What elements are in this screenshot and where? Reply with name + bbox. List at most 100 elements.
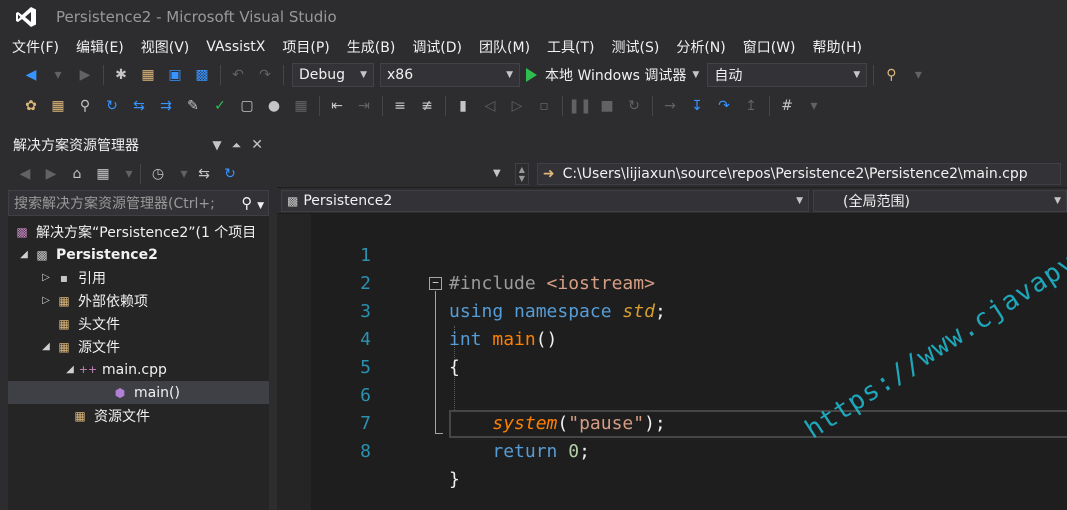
tree-item-external-deps[interactable]: ▷ ▦ 外部依赖项 [8,289,269,312]
navigate-back-icon[interactable]: ◀ [22,66,40,84]
open-file-icon[interactable]: ▦ [139,66,157,84]
menu-analyze[interactable]: 分析(N) [670,37,731,57]
menu-debug[interactable]: 调试(D) [406,37,468,57]
arrow-right-icon: ➜ [542,165,555,182]
new-project-icon[interactable]: ✱ [112,66,130,84]
back-icon[interactable]: ◀ [16,165,34,183]
keyword: return [492,441,558,462]
expanded-arrow-icon[interactable]: ◢ [18,249,30,260]
menu-project[interactable]: 项目(P) [276,37,335,57]
file-path-bar[interactable]: ➜ C:\Users\lijiaxun\source\repos\Persist… [536,162,1061,185]
step-out-icon[interactable]: ↥ [742,97,760,115]
show-next-statement-icon[interactable]: → [661,97,679,115]
dropdown-arrow-icon[interactable]: ▾ [175,165,193,183]
clear-bookmarks-icon[interactable]: ▫ [535,97,553,115]
solution-config-value: Debug [299,67,346,83]
editor-navigation-bar: ▼ ▲ ▼ ➜ C:\Users\lijiaxun\source\repos\Pe… [277,160,1067,187]
punctuation: ; [579,441,590,462]
menu-build[interactable]: 生成(B) [341,37,402,57]
redo-icon[interactable]: ↷ [256,66,274,84]
refactor-icon[interactable]: ▢ [238,97,256,115]
home-icon[interactable]: ⌂ [68,165,86,183]
pending-changes-icon[interactable]: ◷ [149,165,167,183]
go-to-icon[interactable]: ↻ [103,97,121,115]
forward-icon[interactable]: ▶ [42,165,60,183]
tree-item-resource-files[interactable]: ▦ 资源文件 [8,404,269,427]
code-area[interactable]: − 1 #include <iostream> 2 using namespac… [277,214,1067,510]
menu-test[interactable]: 测试(S) [606,37,666,57]
indent-right-icon[interactable]: ⇥ [355,97,373,115]
tree-item-source-files[interactable]: ◢ ▦ 源文件 [8,335,269,358]
comment-icon[interactable]: ≡ [391,97,409,115]
folder-icon[interactable]: ▦ [49,97,67,115]
platform-select[interactable]: x86 ▼ [380,63,520,87]
toolbar-overflow-icon[interactable]: ▾ [805,97,823,115]
start-debugging-button[interactable]: 本地 Windows 调试器 ▼ [526,65,699,85]
menu-team[interactable]: 团队(M) [473,37,536,57]
refresh-icon[interactable]: ↻ [221,165,239,183]
hex-display-icon[interactable]: # [778,97,796,115]
close-icon[interactable]: ✕ [251,137,263,153]
tree-item-solution[interactable]: ▩ 解决方案“Persistence2”(1 个项目 [8,220,269,243]
spinner-icon[interactable]: ▲ ▼ [514,162,529,185]
solution-search-field[interactable]: 搜索解决方案资源管理器(Ctrl+; ⚲ ▼ [8,190,269,216]
shapes-icon[interactable]: ● [265,97,283,115]
step-over-icon[interactable]: ↷ [715,97,733,115]
project-scope-select[interactable]: ▩ Persistence2 ▼ [281,189,809,212]
menu-vassistx[interactable]: VAssistX [200,39,271,55]
toolbar-separator [220,65,221,85]
window-position-icon[interactable]: ▼ [212,138,221,152]
dropdown-arrow-icon[interactable]: ▾ [49,66,67,84]
menu-edit[interactable]: 编辑(E) [70,37,130,57]
menu-view[interactable]: 视图(V) [135,37,196,57]
tree-item-header-files[interactable]: ▦ 头文件 [8,312,269,335]
undo-icon[interactable]: ↶ [229,66,247,84]
menu-file[interactable]: 文件(F) [6,37,65,57]
chevron-down-icon[interactable]: ▼ [493,168,501,179]
toolbar-separator [562,96,563,116]
tree-item-main-function[interactable]: ⬢ main() [8,381,269,404]
find-in-files-icon[interactable]: ⚲ [882,66,900,84]
references-icon: ▪ [59,270,69,285]
indent-left-icon[interactable]: ⇤ [328,97,346,115]
menu-help[interactable]: 帮助(H) [807,37,868,57]
toolbar-overflow-icon[interactable]: ▾ [909,66,927,84]
restart-icon[interactable]: ↻ [625,97,643,115]
split-icon[interactable]: ▦ [292,97,310,115]
search-icon[interactable]: ⚲ ▼ [241,194,264,212]
stack-frame-select[interactable]: 自动 ▼ [707,63,868,87]
rename-icon[interactable]: ✎ [184,97,202,115]
solution-config-select[interactable]: Debug ▼ [292,63,374,87]
sync-icon[interactable]: ⇆ [195,165,213,183]
expanded-arrow-icon[interactable]: ◢ [40,341,52,352]
check-icon[interactable]: ✓ [211,97,229,115]
swap-header-icon[interactable]: ⇆ [130,97,148,115]
collapsed-arrow-icon[interactable]: ▷ [40,295,52,306]
expanded-arrow-icon[interactable]: ◢ [64,364,76,375]
pause-icon[interactable]: ❚❚ [568,97,591,115]
menu-window[interactable]: 窗口(W) [737,37,802,57]
move-icon[interactable]: ⇉ [157,97,175,115]
pin-icon[interactable]: ⏶ [232,138,242,153]
chevron-down-icon[interactable]: ▼ [692,70,699,80]
step-into-icon[interactable]: ↧ [688,97,706,115]
tree-item-project[interactable]: ◢ ▩ Persistence2 [8,243,269,266]
dropdown-arrow-icon[interactable]: ▾ [120,165,138,183]
uncomment-icon[interactable]: ≢ [418,97,436,115]
tree-item-main-cpp[interactable]: ◢ ++ main.cpp [8,358,269,381]
find-symbol-icon[interactable]: ⚲ [76,97,94,115]
switch-views-icon[interactable]: ▦ [94,165,112,183]
stop-icon[interactable]: ■ [598,97,616,115]
navigate-forward-icon[interactable]: ▶ [76,66,94,84]
collapsed-arrow-icon[interactable]: ▷ [40,272,52,283]
scope-select[interactable]: (全局范围) ▼ [813,189,1067,212]
save-icon[interactable]: ▣ [166,66,184,84]
tree-item-references[interactable]: ▷ ▪ 引用 [8,266,269,289]
next-bookmark-icon[interactable]: ▷ [508,97,526,115]
prev-bookmark-icon[interactable]: ◁ [481,97,499,115]
menu-tools[interactable]: 工具(T) [541,37,600,57]
save-all-icon[interactable]: ▩ [193,66,211,84]
bug-icon[interactable]: ✿ [22,97,40,115]
toolbar-separator [319,96,320,116]
bookmark-icon[interactable]: ▮ [454,97,472,115]
